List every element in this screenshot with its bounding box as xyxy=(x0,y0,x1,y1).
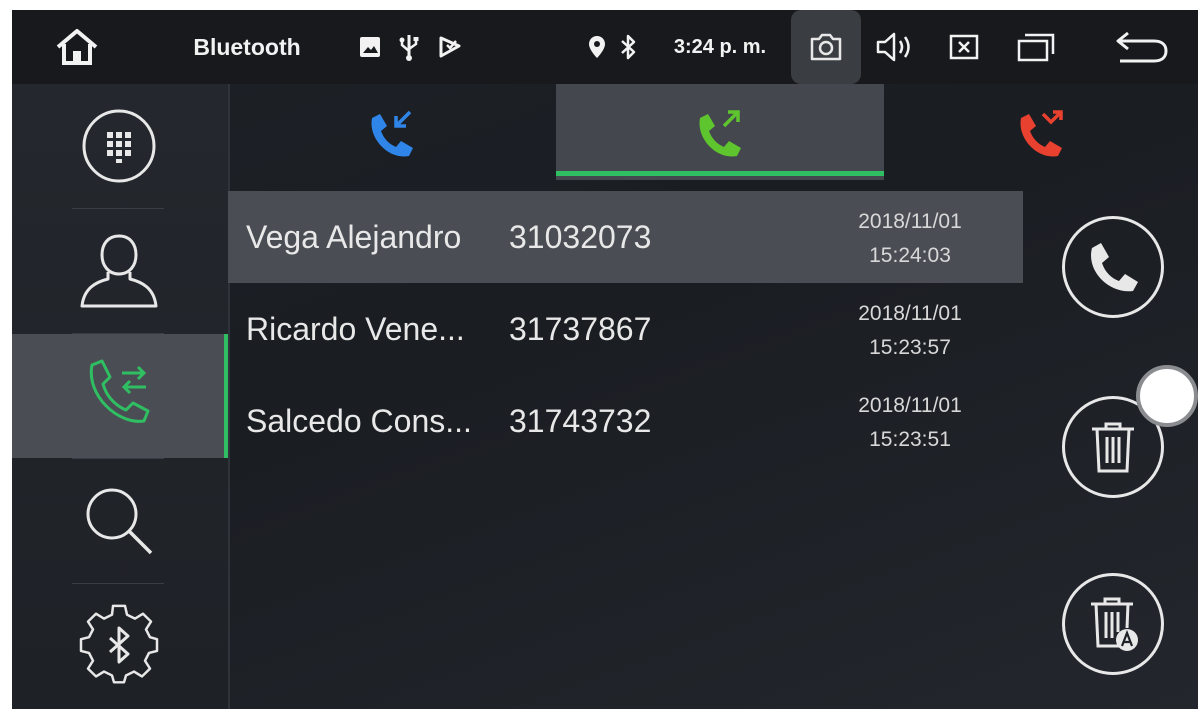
delete-all-button[interactable] xyxy=(1062,573,1164,675)
call-log-icon xyxy=(89,359,150,423)
contact-name: Ricardo Vene... xyxy=(246,311,465,347)
phone-icon xyxy=(1091,243,1138,292)
phone-number: 31032073 xyxy=(509,219,652,255)
tab-incoming[interactable] xyxy=(228,84,556,180)
floating-assistive-button[interactable] xyxy=(1136,365,1198,427)
nav-contacts[interactable] xyxy=(12,209,226,333)
tab-missed[interactable] xyxy=(884,84,1198,180)
call-date: 2018/11/01 xyxy=(858,394,962,417)
contact-name: Vega Alejandro xyxy=(246,219,462,255)
status-bar: Bluetooth 3:24 p. m. xyxy=(12,10,1198,84)
clock: 3:24 p. m. xyxy=(673,35,767,58)
back-icon[interactable] xyxy=(1110,10,1174,84)
nav-search[interactable] xyxy=(12,459,226,583)
active-tab-indicator xyxy=(556,171,884,176)
contact-icon xyxy=(80,234,158,308)
outgoing-call-icon xyxy=(699,110,741,157)
call-button[interactable] xyxy=(1062,216,1164,318)
screenshot-icon[interactable] xyxy=(791,10,861,84)
call-log-row[interactable]: Ricardo Vene... 31737867 2018/11/01 15:2… xyxy=(228,283,1023,375)
contact-name: Salcedo Cons... xyxy=(246,403,472,439)
call-log-row[interactable]: Vega Alejandro 31032073 2018/11/01 15:24… xyxy=(228,191,1023,283)
nav-call-log[interactable] xyxy=(12,334,228,458)
image-icon xyxy=(357,10,383,84)
phone-number: 31737867 xyxy=(509,311,652,347)
app-title: Bluetooth xyxy=(193,33,301,60)
bluetooth-settings-icon xyxy=(79,604,159,684)
screen: Bluetooth 3:24 p. m. Vega Alejandro 3103… xyxy=(12,10,1198,709)
call-datetime: 2018/11/01 15:23:51 xyxy=(810,389,1010,457)
missed-call-icon xyxy=(1020,110,1063,157)
location-icon xyxy=(584,10,610,84)
usb-icon xyxy=(396,10,422,84)
signal-icon xyxy=(435,10,465,84)
delete-all-icon xyxy=(1091,597,1138,651)
left-nav xyxy=(12,84,230,709)
nav-dialpad[interactable] xyxy=(12,84,226,208)
close-box-icon[interactable] xyxy=(944,10,984,84)
call-time: 15:24:03 xyxy=(869,244,951,267)
recent-apps-icon[interactable] xyxy=(1012,10,1060,84)
search-icon xyxy=(86,488,153,555)
call-date: 2018/11/01 xyxy=(858,302,962,325)
nav-bluetooth-settings[interactable] xyxy=(12,584,226,708)
volume-icon[interactable] xyxy=(872,10,918,84)
call-time: 15:23:57 xyxy=(869,336,951,359)
incoming-call-icon xyxy=(371,110,413,157)
home-icon[interactable] xyxy=(42,10,112,84)
trash-icon xyxy=(1092,422,1134,473)
call-time: 15:23:51 xyxy=(869,428,951,451)
dialpad-icon xyxy=(82,109,156,183)
call-datetime: 2018/11/01 15:23:57 xyxy=(810,297,1010,365)
phone-number: 31743732 xyxy=(509,403,652,439)
call-type-tabs xyxy=(228,84,1198,184)
call-date: 2018/11/01 xyxy=(858,210,962,233)
call-datetime: 2018/11/01 15:24:03 xyxy=(810,205,1010,273)
bluetooth-icon xyxy=(616,10,640,84)
tab-outgoing[interactable] xyxy=(556,84,884,180)
call-log-row[interactable]: Salcedo Cons... 31743732 2018/11/01 15:2… xyxy=(228,375,1023,467)
